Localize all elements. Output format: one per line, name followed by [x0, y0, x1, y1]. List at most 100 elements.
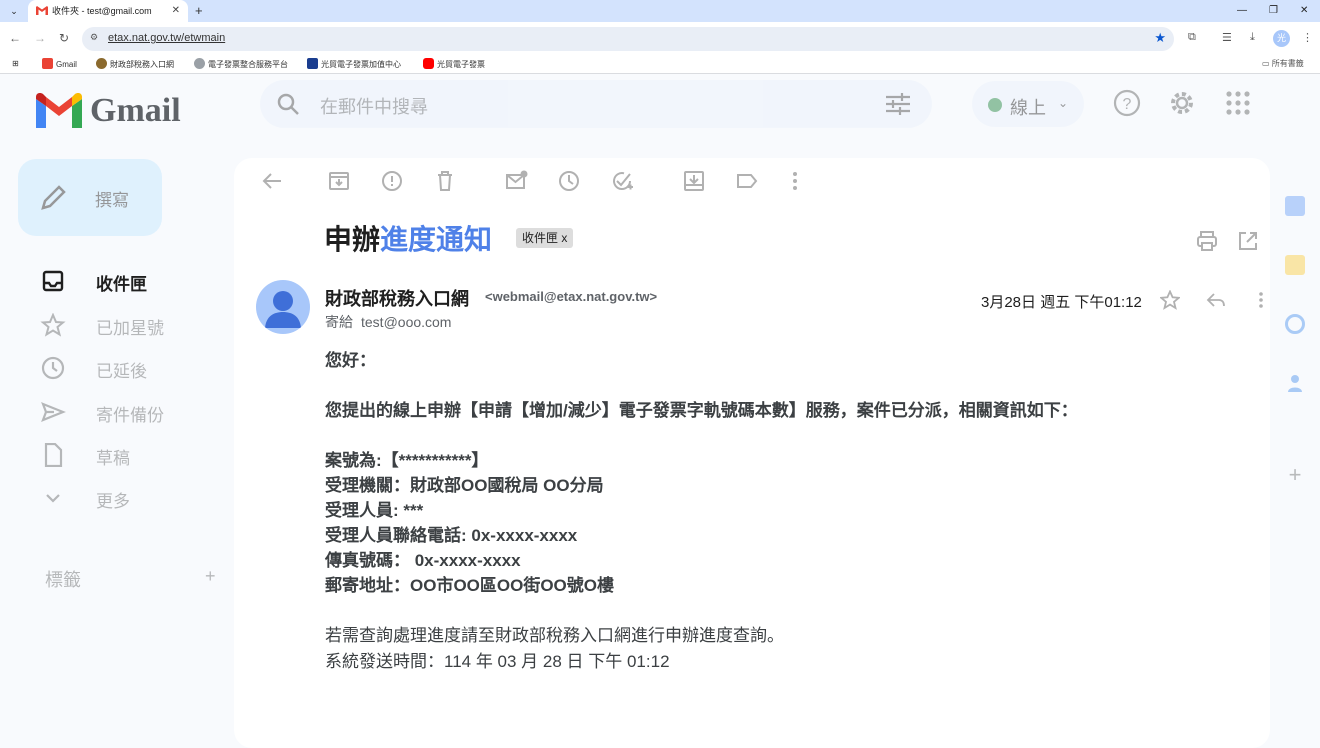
sender-email: <webmail@etax.nat.gov.tw> — [485, 289, 658, 304]
reading-list-icon[interactable]: ☰ — [1222, 31, 1232, 44]
open-in-new-window-icon[interactable] — [1237, 230, 1259, 252]
calendar-icon[interactable] — [1285, 196, 1305, 216]
contacts-icon[interactable] — [1285, 373, 1305, 393]
labels-heading: 標籤 — [45, 570, 81, 590]
message-body: 您好： 您提出的線上申辦【申請【增加/減少】電子發票字軌號碼本數】服務，案件已分… — [325, 348, 1225, 675]
recipient-line: 寄給 test@ooo.com — [325, 312, 451, 332]
mark-unread-icon[interactable] — [506, 170, 528, 192]
archive-icon[interactable] — [328, 170, 350, 192]
etax-icon — [96, 58, 107, 69]
message-more-icon[interactable] — [1251, 290, 1271, 310]
download-icon[interactable]: ⤓ — [1250, 31, 1255, 44]
tab-search-icon[interactable]: ⌄ — [6, 4, 22, 18]
minimize-icon[interactable]: — — [1237, 0, 1247, 21]
tab-close-icon[interactable]: ✕ — [172, 0, 180, 22]
star-icon[interactable] — [1160, 290, 1180, 310]
staff-phone: 受理人員聯絡電話: 0x-xxxx-xxxx — [325, 526, 578, 545]
url-text[interactable]: etax.nat.gov.tw/etwmain — [108, 32, 225, 44]
apps-grid-icon[interactable]: ⊞ — [12, 58, 19, 70]
search-options-icon[interactable] — [886, 93, 910, 115]
sender-name: 財政部稅務入口網 — [325, 289, 469, 309]
query-note: 若需查詢處理進度請至財政部稅務入口網進行申辦進度查詢。 — [325, 626, 784, 645]
help-icon[interactable]: ? — [1113, 89, 1141, 117]
site-info-icon[interactable]: ⚙ — [90, 32, 98, 43]
sidebar-item-snoozed[interactable]: 已延後 — [40, 354, 220, 382]
sidebar-item-label: 收件匣 — [96, 275, 147, 294]
forward-icon[interactable]: → — [34, 28, 46, 48]
sidebar-item-inbox[interactable]: 收件匣 — [40, 267, 220, 295]
new-tab-icon[interactable]: + — [195, 0, 203, 21]
message-date: 3月28日 週五 下午01:12 — [981, 294, 1142, 311]
all-bookmarks[interactable]: ▭ 所有書籤 — [1262, 58, 1304, 70]
star-icon — [40, 313, 66, 337]
gmail-icon — [42, 58, 53, 69]
back-icon[interactable]: ← — [9, 28, 21, 48]
recipient-address: test@ooo.com — [361, 314, 452, 330]
reload-icon[interactable]: ↻ — [59, 28, 69, 48]
status-selector[interactable]: 線上 ⌄ — [972, 81, 1084, 127]
send-icon — [41, 402, 66, 422]
bookmark-star-icon[interactable]: ★ — [1154, 30, 1166, 46]
reply-icon[interactable] — [1206, 290, 1226, 310]
window-close-icon[interactable]: ✕ — [1300, 0, 1308, 21]
address-bar[interactable]: ⚙ etax.nat.gov.tw/etwmain ★ — [82, 27, 1174, 51]
restore-icon[interactable]: ❐ — [1269, 0, 1278, 21]
sidebar-item-label: 更多 — [96, 492, 130, 511]
sidebar-item-sent[interactable]: 寄件備份 — [40, 398, 220, 426]
bookmark-etax[interactable]: 財政部稅務入口網 — [96, 58, 174, 71]
add-task-icon[interactable] — [611, 170, 633, 192]
to-prefix: 寄給 — [325, 314, 353, 330]
inbox-icon — [42, 270, 64, 292]
gmail-app: Gmail 在郵件中搜尋 線上 ⌄ ? 撰寫 收件匣 已加星號 已延後 寄件備份… — [0, 75, 1320, 748]
browser-toolbar: ← → ↻ ⚙ etax.nat.gov.tw/etwmain ★ ⧉ ☰ ⤓ … — [0, 22, 1320, 55]
youtube-icon — [423, 58, 434, 69]
search-icon[interactable] — [276, 92, 300, 116]
fax-number: 傳真號碼： 0x-xxxx-xxxx — [325, 551, 521, 570]
sidebar-item-drafts[interactable]: 草稿 — [40, 441, 220, 469]
bookmark-guangmao[interactable]: 光貿電子發票 — [423, 58, 485, 71]
online-dot-icon — [988, 98, 1002, 112]
sent-time: 系統發送時間：114 年 03 月 28 日 下午 01:12 — [325, 652, 670, 671]
sidebar-item-more[interactable]: 更多 — [40, 484, 220, 512]
inbox-label-chip[interactable]: 收件匣 x — [516, 228, 574, 248]
sidebar-item-starred[interactable]: 已加星號 — [40, 311, 220, 339]
sender-avatar[interactable] — [256, 280, 310, 334]
move-to-icon[interactable] — [683, 170, 705, 192]
svg-text:?: ? — [1123, 96, 1132, 113]
message-subject: 申辦進度通知 — [324, 218, 492, 258]
search-input[interactable]: 在郵件中搜尋 — [320, 93, 428, 119]
agency: 受理機關：財政部OO國稅局 OO分局 — [325, 476, 604, 495]
bookmarks-bar: ⊞ Gmail 財政部稅務入口網 電子發票整合服務平台 光貿電子發票加值中心 光… — [0, 55, 1320, 74]
sidebar-item-label: 已延後 — [96, 362, 147, 381]
bookmark-gmail[interactable]: Gmail — [42, 58, 77, 71]
browser-tab-strip: ⌄ 收件夾 - test@gmail.com ✕ + — ❐ ✕ — [0, 0, 1320, 22]
snooze-clock-icon[interactable] — [558, 170, 580, 192]
label-tag-icon[interactable] — [736, 170, 758, 192]
print-icon[interactable] — [1196, 230, 1218, 252]
browser-tab[interactable]: 收件夾 - test@gmail.com ✕ — [28, 0, 188, 22]
chevron-down-icon: ⌄ — [1058, 96, 1069, 110]
delete-icon[interactable] — [434, 170, 456, 192]
tasks-icon[interactable] — [1285, 314, 1305, 334]
extensions-icon[interactable]: ⧉ — [1188, 31, 1196, 44]
settings-gear-icon[interactable] — [1168, 89, 1196, 117]
more-options-icon[interactable] — [784, 170, 806, 192]
browser-menu-icon[interactable]: ⋮ — [1302, 31, 1313, 44]
guangmao-icon — [307, 58, 318, 69]
add-label-button[interactable]: + — [205, 566, 216, 587]
bookmark-guangmao-center[interactable]: 光貿電子發票加值中心 — [307, 58, 401, 71]
sidebar-item-label: 已加星號 — [96, 319, 164, 338]
add-addon-icon[interactable]: + — [1285, 464, 1305, 486]
compose-button[interactable]: 撰寫 — [18, 159, 162, 236]
search-bar[interactable]: 在郵件中搜尋 — [260, 80, 932, 128]
case-number: 案號為:【***********】 — [325, 451, 489, 470]
staff: 受理人員: *** — [325, 501, 424, 520]
report-spam-icon[interactable] — [381, 170, 403, 192]
sidebar-item-label: 寄件備份 — [96, 406, 164, 425]
sidebar-item-label: 草稿 — [96, 449, 130, 468]
profile-avatar[interactable]: 光 — [1273, 30, 1290, 47]
bookmark-einvoice[interactable]: 電子發票整合服務平台 — [194, 58, 288, 71]
keep-icon[interactable] — [1285, 255, 1305, 275]
back-arrow-icon[interactable] — [261, 170, 283, 192]
apps-grid-icon[interactable] — [1224, 89, 1252, 117]
